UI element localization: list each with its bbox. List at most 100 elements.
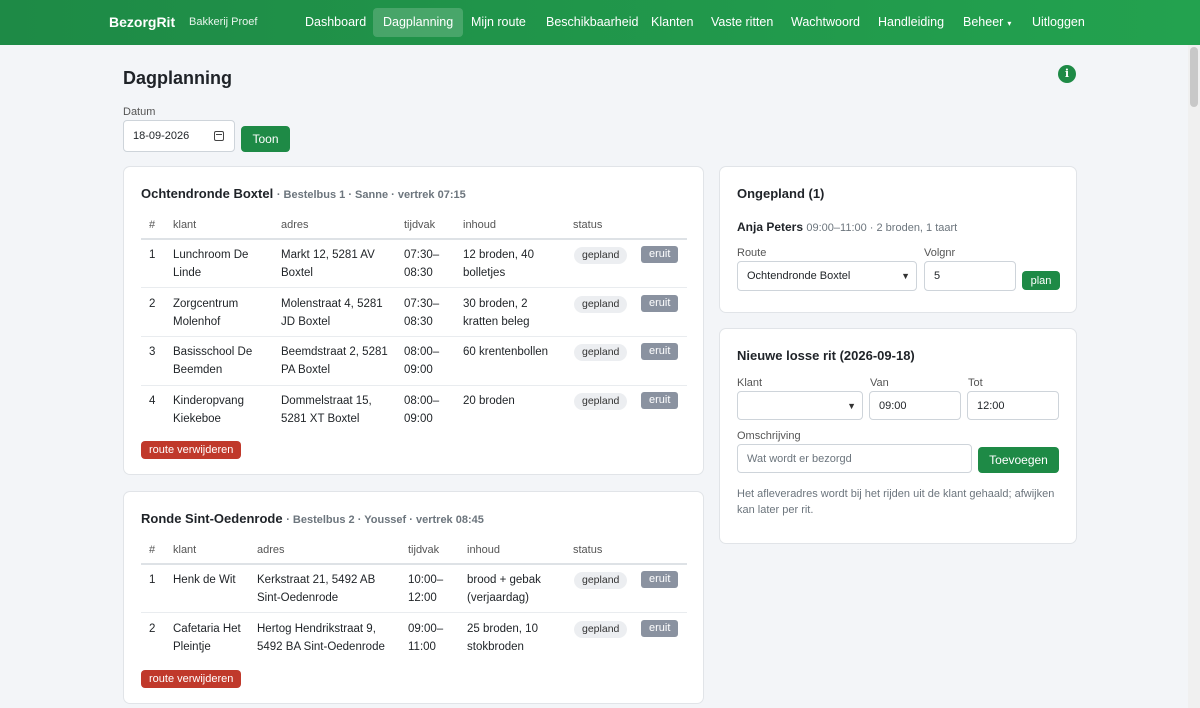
volgnr-input[interactable]: 5: [924, 261, 1016, 291]
cell-nr: 1: [149, 574, 156, 586]
row-divider: [141, 612, 687, 613]
plan-button[interactable]: plan: [1022, 271, 1060, 290]
omschrijving-label: Omschrijving: [737, 430, 801, 442]
col-header-status: status: [573, 219, 603, 231]
cell-adres: Beemdstraat 2, 5281 PA Boxtel: [281, 346, 388, 376]
unplanned-customer: Anja Peters: [737, 220, 804, 234]
cell-adres: Molenstraat 4, 5281 JD Boxtel: [281, 298, 383, 328]
cell-klant: Kinderopvang Kiekeboe: [173, 395, 244, 425]
cell-inhoud: 12 broden, 40 bolletjes: [463, 249, 534, 279]
date-label: Datum: [123, 106, 156, 118]
route-name: Ronde Sint-Oedenrode: [141, 511, 283, 526]
delete-route-button[interactable]: route verwijderen: [141, 441, 242, 459]
nav-dashboard[interactable]: Dashboard: [295, 8, 376, 37]
col-header-klant: klant: [173, 219, 197, 231]
cell-klant: Cafetaria Het Pleintje: [173, 623, 241, 653]
info-icon[interactable]: i: [1058, 65, 1076, 83]
add-button[interactable]: Toevoegen: [978, 447, 1059, 473]
cell-nr: 2: [149, 623, 156, 635]
col-header-inhoud: inhoud: [467, 544, 501, 556]
cell-tijdvak: 08:00– 09:00: [404, 395, 440, 425]
van-value: 09:00: [879, 399, 907, 412]
page-title: Dagplanning: [123, 68, 232, 88]
new-ride-card: Nieuwe losse rit (2026-09-18) Klant ▼ Va…: [719, 328, 1077, 544]
eruit-button[interactable]: eruit: [641, 392, 679, 409]
nav-beheer-label: Beheer: [963, 15, 1004, 29]
route-select[interactable]: Ochtendronde Boxtel ▼: [737, 261, 917, 291]
status-badge: gepland: [574, 393, 628, 410]
cell-adres: Kerkstraat 21, 5492 AB Sint-Oedenrode: [257, 574, 376, 604]
eruit-button[interactable]: eruit: [641, 620, 679, 637]
col-header-status: status: [573, 544, 603, 556]
nav-uitloggen[interactable]: Uitloggen: [1022, 8, 1095, 37]
eruit-button[interactable]: eruit: [641, 246, 679, 263]
unplanned-details: 09:00–11:00 · 2 broden, 1 taart: [806, 222, 958, 234]
route-label: Route: [737, 247, 767, 259]
tot-label: Tot: [968, 377, 983, 389]
nav-handleiding[interactable]: Handleiding: [868, 8, 954, 37]
cell-inhoud: 25 broden, 10 stokbroden: [467, 623, 538, 653]
scrollbar-thumb[interactable]: [1190, 47, 1198, 107]
cell-adres: Markt 12, 5281 AV Boxtel: [281, 249, 375, 279]
nav-dagplanning[interactable]: Dagplanning: [373, 8, 464, 37]
cell-klant: Zorgcentrum Molenhof: [173, 298, 239, 328]
cell-nr: 3: [149, 346, 156, 358]
nav-vaste-ritten[interactable]: Vaste ritten: [701, 8, 783, 37]
route-select-value: Ochtendronde Boxtel: [747, 270, 851, 282]
chevron-down-icon: ▼: [847, 400, 856, 411]
cell-tijdvak: 10:00– 12:00: [408, 574, 444, 604]
eruit-button[interactable]: eruit: [641, 343, 679, 360]
col-header-inhoud: inhoud: [463, 219, 497, 231]
date-input[interactable]: 18-09-2026: [123, 120, 235, 152]
cell-tijdvak: 08:00– 09:00: [404, 346, 440, 376]
cell-adres: Dommelstraat 15, 5281 XT Boxtel: [281, 395, 372, 425]
volgnr-label: Volgnr: [924, 247, 956, 259]
klant-label: Klant: [737, 377, 763, 389]
eruit-button[interactable]: eruit: [641, 295, 679, 312]
delete-route-button[interactable]: route verwijderen: [141, 670, 242, 688]
col-header-tijdvak: tijdvak: [408, 544, 440, 556]
cell-tijdvak: 07:30– 08:30: [404, 298, 440, 328]
col-header-tijdvak: tijdvak: [404, 219, 436, 231]
nav-wachtwoord[interactable]: Wachtwoord: [781, 8, 870, 37]
nav-klanten[interactable]: Klanten: [641, 8, 703, 37]
top-navbar: BezorgRit Bakkerij Proef Dashboard Dagpl…: [0, 0, 1200, 45]
van-input[interactable]: 09:00: [869, 391, 961, 420]
tot-input[interactable]: 12:00: [967, 391, 1059, 420]
cell-inhoud: 20 broden: [463, 395, 515, 407]
col-header-nr: #: [149, 219, 156, 231]
status-badge: gepland: [574, 572, 628, 589]
cell-inhoud: brood + gebak (verjaardag): [467, 574, 541, 604]
cell-tijdvak: 09:00– 11:00: [408, 623, 444, 653]
omschrijving-input[interactable]: Wat wordt er bezorgd: [737, 444, 972, 473]
cell-tijdvak: 07:30– 08:30: [404, 249, 440, 279]
page-scrollbar[interactable]: [1188, 45, 1200, 708]
nav-mijn-route[interactable]: Mijn route: [461, 8, 536, 37]
new-ride-title: Nieuwe losse rit (2026-09-18): [737, 348, 915, 363]
col-header-adres: adres: [281, 219, 309, 231]
chevron-down-icon: ▾: [1007, 19, 1012, 28]
volgnr-value: 5: [934, 270, 941, 282]
nav-beheer-dropdown[interactable]: Beheer ▾: [953, 8, 1021, 37]
status-badge: gepland: [574, 621, 628, 638]
cell-klant: Henk de Wit: [173, 574, 236, 586]
route-card-sint-oedenrode: Ronde Sint-Oedenrode · Bestelbus 2 · You…: [123, 491, 704, 704]
status-badge: gepland: [574, 344, 628, 361]
klant-select[interactable]: ▼: [737, 391, 863, 420]
cell-nr: 4: [149, 395, 156, 407]
col-header-klant: klant: [173, 544, 197, 556]
calendar-icon[interactable]: [214, 131, 224, 141]
header-divider: [141, 563, 687, 565]
col-header-nr: #: [149, 544, 156, 556]
row-divider: [141, 336, 687, 337]
cell-nr: 1: [149, 249, 156, 261]
van-label: Van: [870, 377, 889, 389]
date-value: 18-09-2026: [133, 130, 190, 142]
eruit-button[interactable]: eruit: [641, 571, 679, 588]
cell-klant: Basisschool De Beemden: [173, 346, 253, 376]
status-badge: gepland: [574, 296, 628, 313]
brand-logo[interactable]: BezorgRit: [109, 14, 175, 30]
nav-beschikbaarheid[interactable]: Beschikbaarheid: [536, 8, 648, 37]
show-button[interactable]: Toon: [241, 126, 290, 152]
cell-nr: 2: [149, 298, 156, 310]
